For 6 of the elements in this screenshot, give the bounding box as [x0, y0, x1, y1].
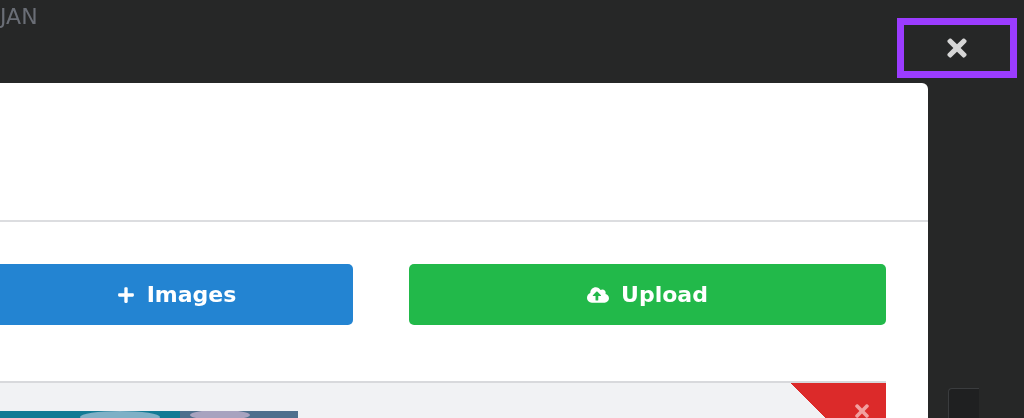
upload-button[interactable]: Upload — [409, 264, 886, 325]
side-panel — [948, 388, 979, 418]
add-images-button[interactable]: Images — [0, 264, 353, 325]
close-button[interactable] — [897, 18, 1017, 78]
plus-icon — [116, 285, 135, 304]
close-icon — [852, 401, 872, 418]
